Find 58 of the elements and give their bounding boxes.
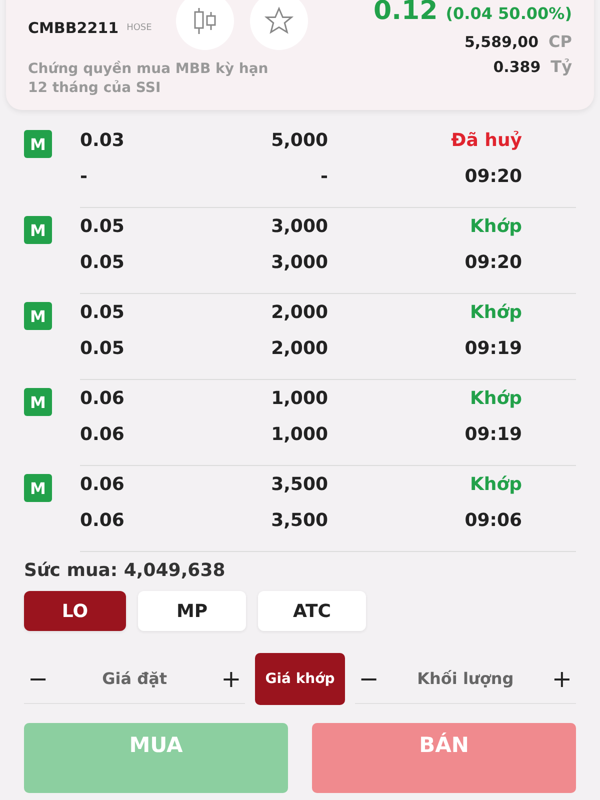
matched-price: - xyxy=(80,166,88,189)
order-status: Khớp xyxy=(468,388,522,411)
matched-price: 0.05 xyxy=(80,252,126,275)
exchange-label: HOSE xyxy=(126,23,152,33)
order-time: 09:20 xyxy=(464,252,522,275)
order-status: Khớp xyxy=(468,474,522,497)
increase-button[interactable]: + xyxy=(548,664,576,692)
candlestick-icon xyxy=(192,7,218,35)
trade-value: 0.389 xyxy=(493,58,541,76)
order-side-badge: M xyxy=(24,474,52,502)
order-side-badge: M xyxy=(24,216,52,244)
favorite-button[interactable] xyxy=(250,0,308,50)
quantity-field[interactable]: − Khối lượng + xyxy=(354,654,576,704)
order-quantity: 5,000 xyxy=(270,130,328,153)
increase-button[interactable]: + xyxy=(217,664,246,692)
order-side-badge: M xyxy=(24,302,52,330)
order-quantity: 3,000 xyxy=(270,216,328,239)
order-type-tab[interactable]: ATC xyxy=(258,591,366,631)
order-side-badge: M xyxy=(24,130,52,158)
buying-power: Sức mua: 4,049,638 xyxy=(23,559,226,583)
value-unit: Tỷ xyxy=(550,57,572,76)
price-field[interactable]: − Giá đặt + xyxy=(24,654,246,704)
order-type-tab[interactable]: MP xyxy=(138,591,246,631)
volume-unit: CP xyxy=(548,32,572,51)
matched-price: 0.06 xyxy=(80,510,126,533)
matched-price: 0.06 xyxy=(80,424,126,447)
matched-price: 0.05 xyxy=(80,338,126,361)
order-price: 0.05 xyxy=(80,302,126,325)
order-quantity: 1,000 xyxy=(270,388,328,411)
order-time: 09:19 xyxy=(464,424,522,447)
order-price: 0.05 xyxy=(80,216,126,239)
matched-quantity: 2,000 xyxy=(270,338,328,361)
decrease-button[interactable]: − xyxy=(24,664,52,692)
order-quantity: 2,000 xyxy=(270,302,328,325)
order-type-tab[interactable]: LO xyxy=(24,591,126,631)
order-price: 0.06 xyxy=(80,388,126,411)
price-change: (0.04 50.00%) xyxy=(446,4,572,23)
order-time: 09:20 xyxy=(464,166,522,189)
order-time: 09:19 xyxy=(464,338,522,361)
matched-quantity: 3,500 xyxy=(270,510,328,533)
order-status: Đã huỷ xyxy=(450,130,522,153)
stock-price: 0.12 xyxy=(374,0,438,26)
order-price: 0.03 xyxy=(80,130,126,153)
stock-name: Chứng quyền mua MBB kỳ hạn 12 tháng của SSI xyxy=(28,60,270,98)
chart-button[interactable] xyxy=(176,0,234,50)
market-price-toggle[interactable]: Giá khớp xyxy=(255,653,345,705)
matched-quantity: - xyxy=(320,166,328,189)
decrease-button[interactable]: − xyxy=(354,664,383,692)
order-side-badge: M xyxy=(24,388,52,416)
order-status: Khớp xyxy=(468,216,522,239)
matched-quantity: 1,000 xyxy=(270,424,328,447)
matched-quantity: 3,000 xyxy=(270,252,328,275)
stock-symbol: CMBB2211 xyxy=(28,19,119,37)
order-quantity: 3,500 xyxy=(270,474,328,497)
order-price: 0.06 xyxy=(80,474,126,497)
order-time: 09:06 xyxy=(464,510,522,533)
order-status: Khớp xyxy=(468,302,522,325)
volume-value: 5,589,00 xyxy=(464,33,539,51)
